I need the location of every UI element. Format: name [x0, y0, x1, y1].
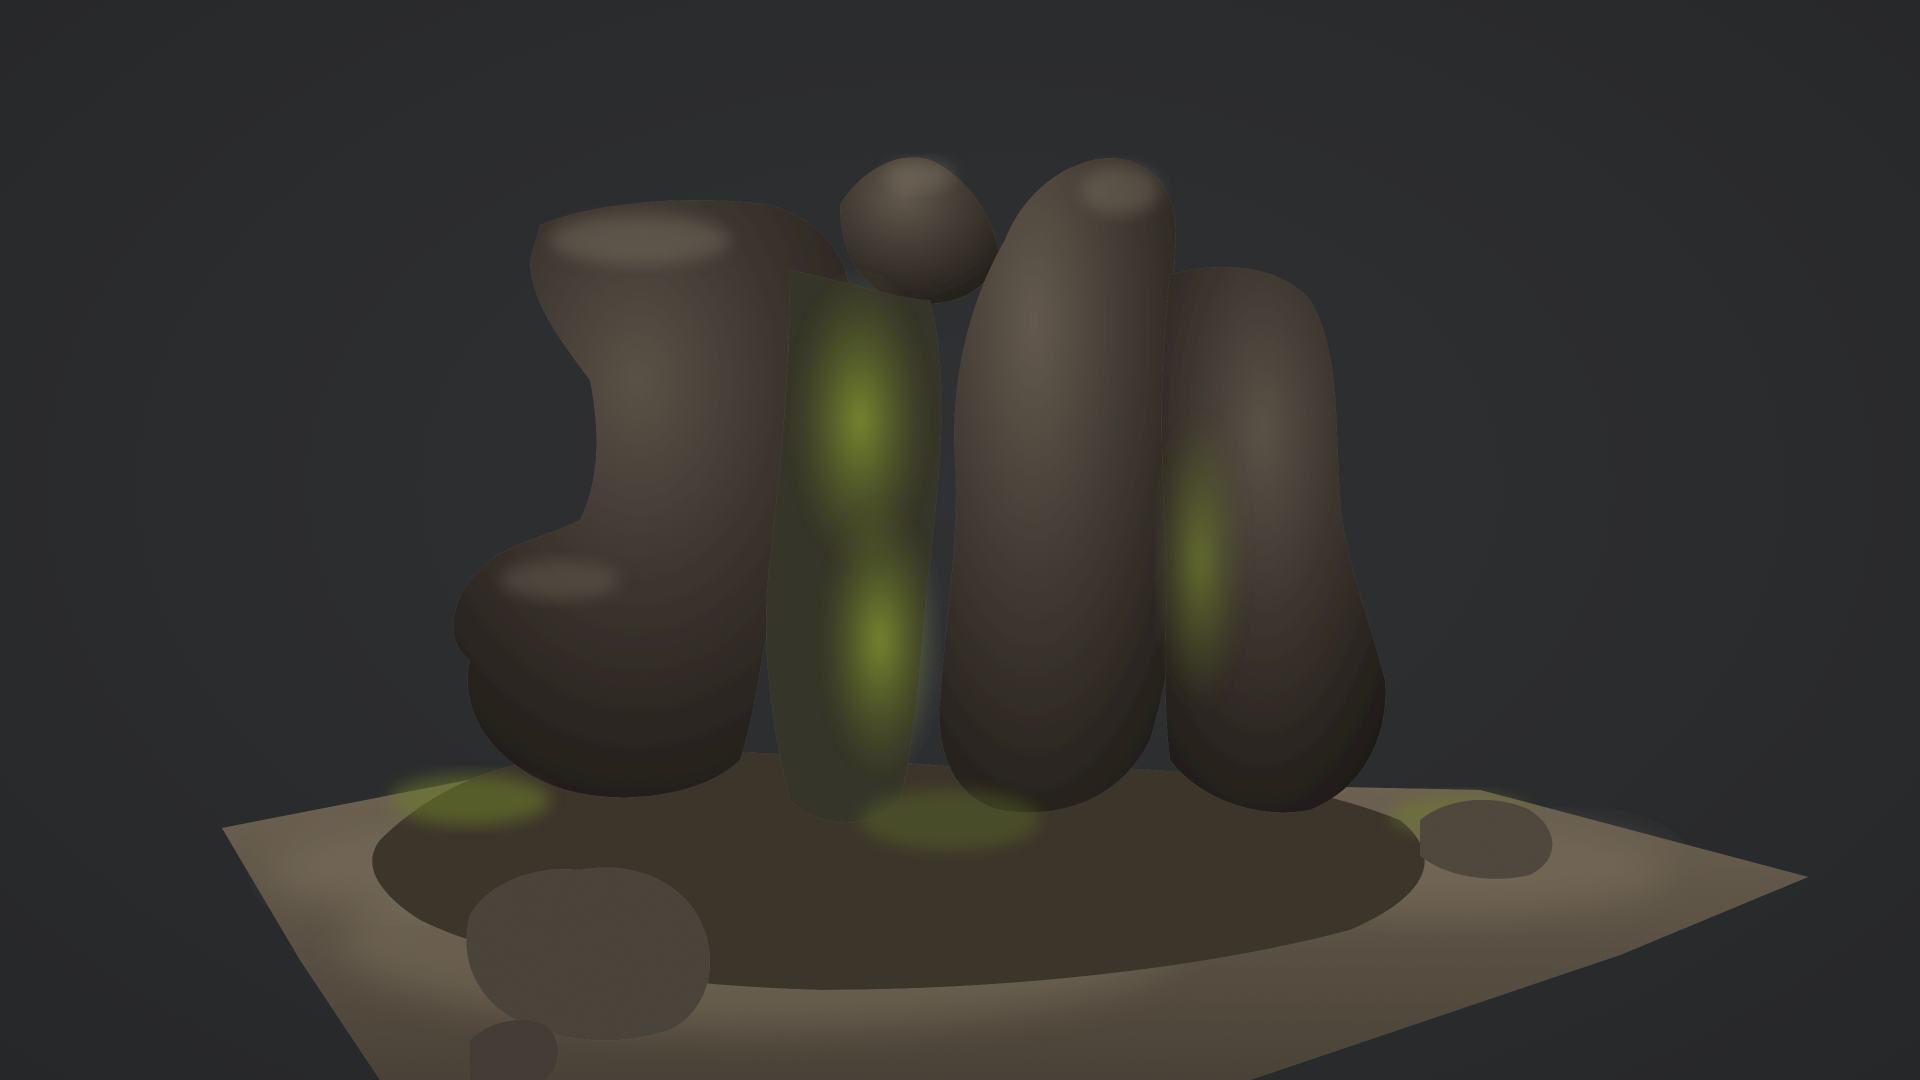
rock-right-mass	[1155, 267, 1386, 813]
3d-viewport[interactable]	[0, 0, 1920, 1080]
moss-valley	[766, 270, 942, 823]
rock-scene	[222, 157, 1808, 1080]
